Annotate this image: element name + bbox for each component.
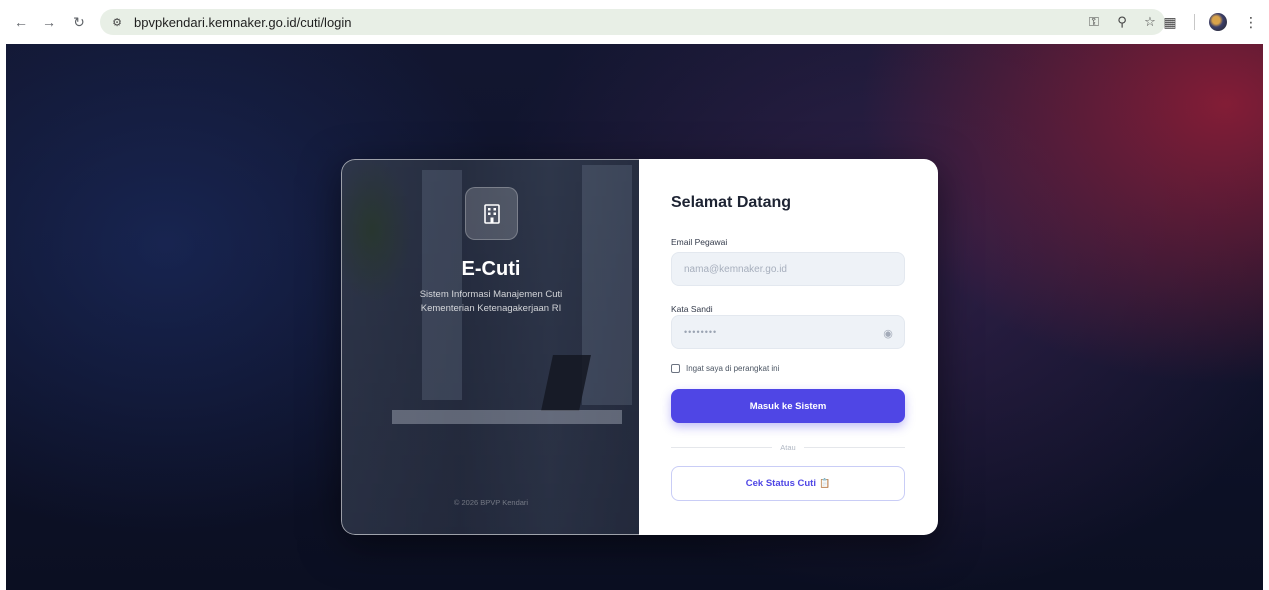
login-button[interactable]: Masuk ke Sistem <box>671 389 905 423</box>
app-title: E-Cuti <box>461 258 521 280</box>
app-subtitle-line: Kementerian Ketenagakerjaan RI <box>420 303 562 314</box>
email-label: Email Pegawai <box>671 237 728 247</box>
building-icon <box>483 203 500 224</box>
login-card: E-Cuti Sistem Informasi Manajemen Cuti K… <box>341 159 938 535</box>
password-key-icon[interactable]: ⚿ <box>1085 13 1103 31</box>
remember-checkbox[interactable] <box>671 364 680 373</box>
login-form-panel: Selamat Datang Email Pegawai nama@kemnak… <box>639 159 938 535</box>
remember-label[interactable]: Ingat saya di perangkat ini <box>686 364 779 373</box>
background-window-image <box>422 170 462 400</box>
background-window-image <box>582 165 632 405</box>
site-settings-icon[interactable]: ⚙ <box>108 13 126 31</box>
extensions-icon[interactable]: ▦ <box>1160 12 1180 32</box>
divider: Atau <box>671 442 905 452</box>
url-text[interactable]: bpvpkendari.kemnaker.go.id/cuti/login <box>134 15 352 30</box>
logo <box>465 187 518 240</box>
browser-toolbar: ← → ↻ ⚙ bpvpkendari.kemnaker.go.id/cuti/… <box>0 0 1269 44</box>
divider-line <box>671 446 773 448</box>
eye-icon[interactable]: ◉ <box>881 326 895 340</box>
profile-avatar[interactable] <box>1209 13 1227 31</box>
forward-arrow-icon[interactable]: → <box>38 11 60 33</box>
password-value: •••••••• <box>684 327 718 337</box>
brand-panel: E-Cuti Sistem Informasi Manajemen Cuti K… <box>341 159 639 535</box>
page-background: E-Cuti Sistem Informasi Manajemen Cuti K… <box>6 44 1263 590</box>
password-label: Kata Sandi <box>671 304 713 314</box>
password-field[interactable]: •••••••• ◉ <box>671 315 905 349</box>
zoom-icon[interactable]: ⚲ <box>1113 13 1131 31</box>
toolbar-separator <box>1194 14 1195 30</box>
address-bar[interactable]: ⚙ bpvpkendari.kemnaker.go.id/cuti/login … <box>100 9 1165 35</box>
form-title: Selamat Datang <box>671 194 792 211</box>
status-emoji-icon: 📋 <box>819 478 831 488</box>
remember-me[interactable]: Ingat saya di perangkat ini <box>671 364 779 373</box>
check-status-label: Cek Status Cuti <box>745 478 816 489</box>
back-arrow-icon[interactable]: ← <box>10 11 32 33</box>
app-subtitle: Sistem Informasi Manajemen Cuti Kementer… <box>342 288 639 316</box>
divider-text: Atau <box>780 442 796 452</box>
menu-dots-icon[interactable]: ⋮ <box>1241 12 1261 32</box>
reload-icon[interactable]: ↻ <box>68 11 90 33</box>
background-table-image <box>392 410 622 424</box>
check-status-button[interactable]: Cek Status Cuti 📋 <box>671 466 905 501</box>
bookmark-star-icon[interactable]: ☆ <box>1141 13 1159 31</box>
divider-line <box>803 446 905 448</box>
app-subtitle-line: Sistem Informasi Manajemen Cuti <box>419 289 563 300</box>
email-field[interactable]: nama@kemnaker.go.id <box>671 252 905 286</box>
copyright-footer: © 2026 BPVP Kendari <box>453 498 529 507</box>
email-placeholder: nama@kemnaker.go.id <box>684 263 787 275</box>
